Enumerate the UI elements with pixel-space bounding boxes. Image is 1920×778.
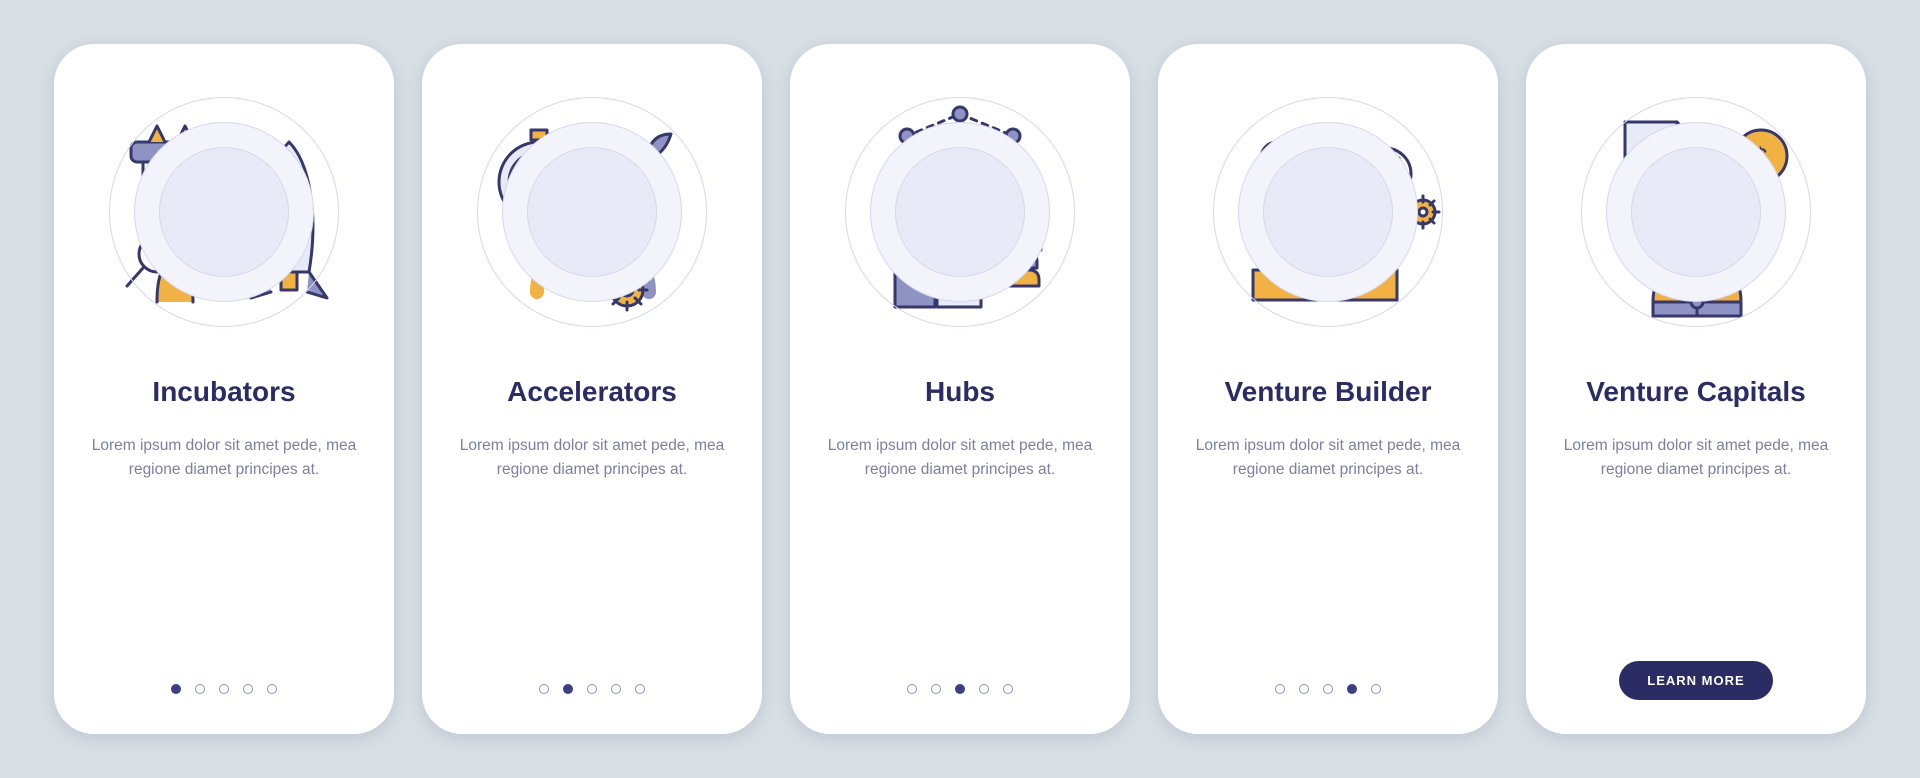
card-desc: Lorem ipsum dolor sit amet pede, mea reg… [1561,434,1831,482]
dot-2[interactable] [563,684,573,694]
page-indicator [539,684,645,694]
card-incubators: Incubators Lorem ipsum dolor sit amet pe… [54,44,394,734]
card-title: Venture Capitals [1586,376,1805,408]
card-venture-builder: Venture Builder Lorem ipsum dolor sit am… [1158,44,1498,734]
card-desc: Lorem ipsum dolor sit amet pede, mea reg… [89,434,359,482]
card-venture-capitals: $ $ Venture Capitals Lorem ipsum dolor s [1526,44,1866,734]
dot-1[interactable] [907,684,917,694]
dot-1[interactable] [171,684,181,694]
illustration-incubators [94,82,354,342]
card-desc: Lorem ipsum dolor sit amet pede, mea reg… [1193,434,1463,482]
dot-3[interactable] [955,684,965,694]
illustration-hubs [830,82,1090,342]
learn-more-button[interactable]: LEARN MORE [1619,661,1772,700]
dot-4[interactable] [611,684,621,694]
dot-2[interactable] [931,684,941,694]
dot-5[interactable] [635,684,645,694]
card-title: Incubators [152,376,295,408]
dot-3[interactable] [219,684,229,694]
page-indicator [1275,684,1381,694]
dot-2[interactable] [1299,684,1309,694]
dot-4[interactable] [243,684,253,694]
dot-4[interactable] [1347,684,1357,694]
illustration-accelerators [462,82,722,342]
dot-1[interactable] [1275,684,1285,694]
card-title: Hubs [925,376,995,408]
dot-5[interactable] [267,684,277,694]
dot-4[interactable] [979,684,989,694]
dot-5[interactable] [1003,684,1013,694]
card-desc: Lorem ipsum dolor sit amet pede, mea reg… [825,434,1095,482]
card-desc: Lorem ipsum dolor sit amet pede, mea reg… [457,434,727,482]
dot-2[interactable] [195,684,205,694]
page-indicator [907,684,1013,694]
onboarding-cards-row: Incubators Lorem ipsum dolor sit amet pe… [54,44,1866,734]
illustration-venture-capitals: $ $ [1566,82,1826,342]
dot-5[interactable] [1371,684,1381,694]
dot-3[interactable] [587,684,597,694]
dot-3[interactable] [1323,684,1333,694]
dot-1[interactable] [539,684,549,694]
card-title: Venture Builder [1225,376,1432,408]
page-indicator [171,684,277,694]
card-accelerators: Accelerators Lorem ipsum dolor sit amet … [422,44,762,734]
illustration-venture-builder [1198,82,1458,342]
card-hubs: Hubs Lorem ipsum dolor sit amet pede, me… [790,44,1130,734]
card-title: Accelerators [507,376,677,408]
